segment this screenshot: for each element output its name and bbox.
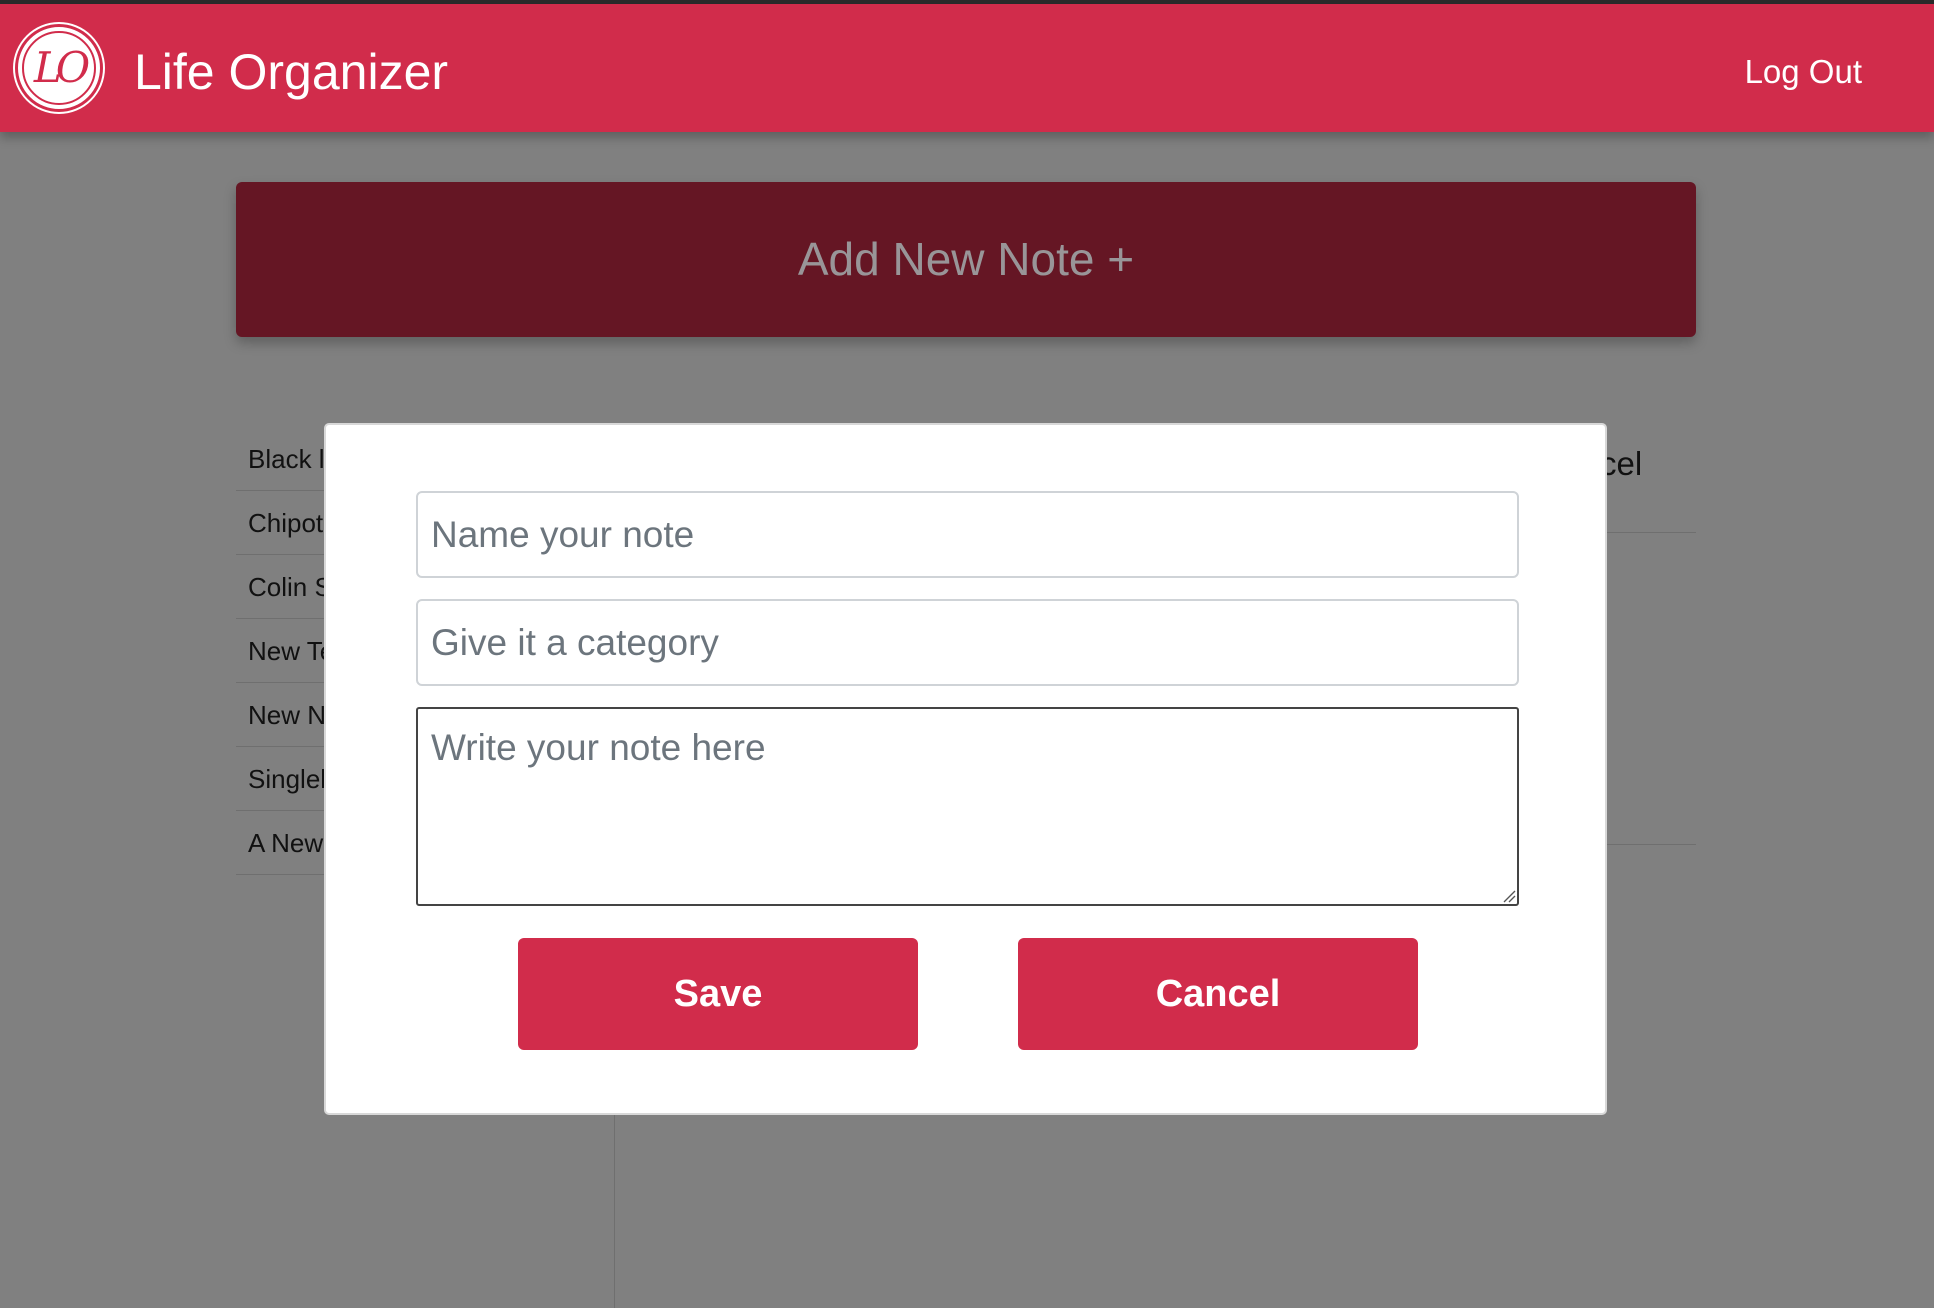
add-new-note-button[interactable]: Add New Note + [236, 182, 1696, 337]
column-divider [614, 1110, 615, 1308]
resize-handle-icon[interactable] [1503, 890, 1516, 903]
app-logo[interactable]: LO [15, 24, 103, 112]
save-button[interactable]: Save [518, 938, 918, 1050]
note-body-textarea[interactable] [416, 707, 1519, 906]
logo-monogram: LO [22, 31, 96, 105]
divider [1600, 844, 1696, 845]
note-name-input[interactable] [416, 491, 1519, 578]
app-title: Life Organizer [134, 44, 449, 100]
app-header: LO Life Organizer Log Out [0, 4, 1934, 132]
note-category-input[interactable] [416, 599, 1519, 686]
logout-link[interactable]: Log Out [1745, 52, 1862, 92]
divider [1600, 532, 1696, 533]
new-note-modal: Save Cancel [324, 423, 1607, 1115]
cancel-button[interactable]: Cancel [1018, 938, 1418, 1050]
